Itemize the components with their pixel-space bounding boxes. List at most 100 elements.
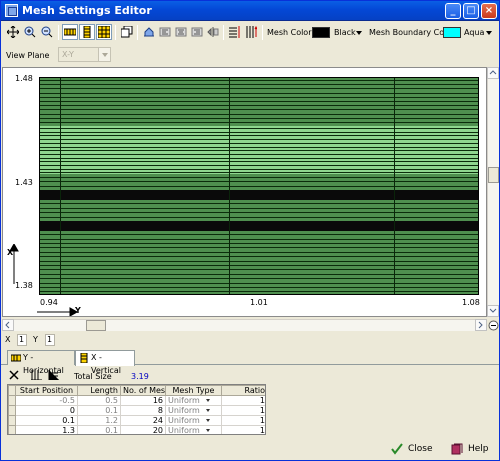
y-coord-value: 1 [45, 334, 55, 346]
meshes-cell[interactable]: 20 [120, 425, 166, 434]
toolbar: Mesh Color Black Mesh Boundary Color Aqu… [1, 22, 499, 44]
mesh-type-cell[interactable]: Uniform [165, 425, 222, 435]
mesh-type-cell[interactable]: Uniform [165, 395, 222, 406]
tab-x-vertical[interactable]: X - Vertical [75, 350, 135, 375]
column-header[interactable]: Start Position [15, 385, 78, 396]
boundary-color-swatch[interactable] [443, 27, 461, 38]
horizontal-scrollbar[interactable] [2, 319, 487, 331]
direction-tabs: Y - Horizontal X - Vertical [1, 349, 499, 375]
mesh-line [40, 234, 478, 235]
mesh-table: Start Position Length No. of Meshes Mesh… [7, 384, 266, 435]
length-cell[interactable]: 0.1 [77, 405, 121, 416]
vertical-mesh-icon[interactable] [79, 24, 95, 40]
grid-mesh-icon[interactable] [96, 24, 112, 40]
structure-icon[interactable] [141, 24, 157, 40]
collapse-icon[interactable] [488, 320, 499, 331]
zoom-in-icon[interactable] [22, 24, 38, 40]
mesh-ratio-icon[interactable] [243, 24, 259, 40]
table-row[interactable]: -0.5 0.5 16 Uniform 1 [8, 395, 265, 406]
start-position-cell[interactable]: 0 [15, 405, 78, 416]
meshes-cell[interactable]: 8 [120, 405, 166, 416]
mesh-plot[interactable] [39, 77, 479, 295]
chevron-down-icon[interactable] [205, 409, 210, 412]
column-header[interactable]: No. of Meshes [120, 385, 166, 396]
zoom-out-icon[interactable] [39, 24, 55, 40]
y-axis-arrow-icon [37, 307, 77, 316]
length-cell[interactable]: 1.2 [77, 415, 121, 426]
chevron-down-icon[interactable] [98, 48, 110, 61]
ratio-cell[interactable]: 1 [221, 395, 265, 406]
title-bar[interactable]: Mesh Settings Editor _ □ × [1, 1, 499, 21]
table-row[interactable]: 0 0.1 8 Uniform 1 [8, 405, 265, 416]
mesh-type-cell[interactable]: Uniform [165, 415, 222, 426]
mesh-boundary-band [40, 221, 478, 231]
horizontal-scroll-thumb[interactable] [86, 320, 106, 331]
mesh-canvas[interactable]: 1.48 1.43 1.38 0.94 1.01 1.08 X Y [2, 67, 487, 317]
mesh-color-value[interactable]: Black [334, 28, 356, 38]
meshes-cell[interactable]: 24 [120, 415, 166, 426]
mesh-type-cell[interactable]: Uniform [165, 405, 222, 416]
checkmark-icon [391, 443, 403, 455]
tab-y-horizontal[interactable]: Y - Horizontal [7, 350, 75, 375]
table-row[interactable]: 0.1 1.2 24 Uniform 1 [8, 415, 265, 426]
view-plane-select[interactable]: X-Y [58, 47, 111, 62]
align-right-icon[interactable] [189, 24, 205, 40]
mirror-icon[interactable] [205, 24, 221, 40]
column-header[interactable]: Ratio [221, 385, 265, 396]
column-header[interactable]: Mesh Type [165, 385, 222, 396]
vertical-scroll-thumb[interactable] [488, 167, 499, 183]
mesh-color-dropdown-icon[interactable] [356, 31, 362, 35]
mesh-line [40, 143, 478, 144]
chevron-down-icon[interactable] [205, 399, 210, 402]
align-center-icon[interactable] [173, 24, 189, 40]
mesh-boundary-band [40, 190, 478, 200]
help-button-label: Help [468, 444, 489, 454]
boundary-color-value[interactable]: Aqua [464, 28, 484, 38]
horizontal-mesh-icon[interactable] [62, 24, 78, 40]
mesh-type-value: Uniform [168, 426, 200, 435]
scroll-down-button[interactable] [487, 305, 499, 317]
minimize-button[interactable]: _ [445, 3, 461, 19]
scroll-left-button[interactable] [2, 319, 14, 331]
insert-column-icon[interactable] [31, 370, 42, 380]
length-cell[interactable]: 0.5 [77, 395, 121, 406]
scroll-right-button[interactable] [475, 319, 487, 331]
ratio-cell[interactable]: 1 [221, 405, 265, 416]
total-size-label: Total Size [74, 372, 112, 381]
vertical-scrollbar[interactable] [487, 67, 499, 317]
boundary-color-dropdown-icon[interactable] [486, 31, 492, 35]
ratio-cell[interactable]: 1 [221, 415, 265, 426]
close-window-button[interactable]: × [481, 3, 497, 19]
close-button[interactable]: Close [391, 441, 433, 457]
layers-icon[interactable] [119, 24, 135, 40]
align-left-icon[interactable] [157, 24, 173, 40]
chevron-down-icon[interactable] [205, 429, 210, 432]
help-book-icon [451, 443, 463, 455]
column-header[interactable]: Length [77, 385, 121, 396]
delete-icon[interactable] [9, 370, 19, 380]
scroll-up-button[interactable] [487, 67, 499, 79]
y-tick-label: 1.43 [15, 178, 33, 187]
insert-row-icon[interactable] [48, 370, 59, 380]
meshes-cell[interactable]: 16 [120, 395, 166, 406]
total-size-value: 3.19 [131, 372, 149, 381]
length-cell[interactable]: 0.1 [77, 425, 121, 434]
mesh-line [40, 212, 478, 213]
table-row[interactable]: 1.3 0.1 20 Uniform 1 [8, 425, 265, 435]
chevron-down-icon[interactable] [205, 419, 210, 422]
mesh-color-swatch[interactable] [312, 27, 330, 38]
mesh-line [40, 252, 478, 253]
start-position-cell[interactable]: -0.5 [15, 395, 78, 406]
mesh-settings-window: Mesh Settings Editor _ □ × Mesh Color Bl… [0, 0, 500, 461]
start-position-cell[interactable]: 1.3 [15, 425, 78, 434]
mesh-type-value: Uniform [168, 396, 200, 405]
mesh-line [40, 128, 478, 129]
mesh-line [40, 158, 478, 159]
mesh-line [40, 109, 478, 110]
start-position-cell[interactable]: 0.1 [15, 415, 78, 426]
help-button[interactable]: Help [451, 441, 489, 457]
pan-icon[interactable] [5, 24, 21, 40]
mesh-distribution-icon[interactable] [227, 24, 243, 40]
maximize-button[interactable]: □ [463, 3, 479, 19]
ratio-cell[interactable]: 1 [221, 425, 265, 434]
